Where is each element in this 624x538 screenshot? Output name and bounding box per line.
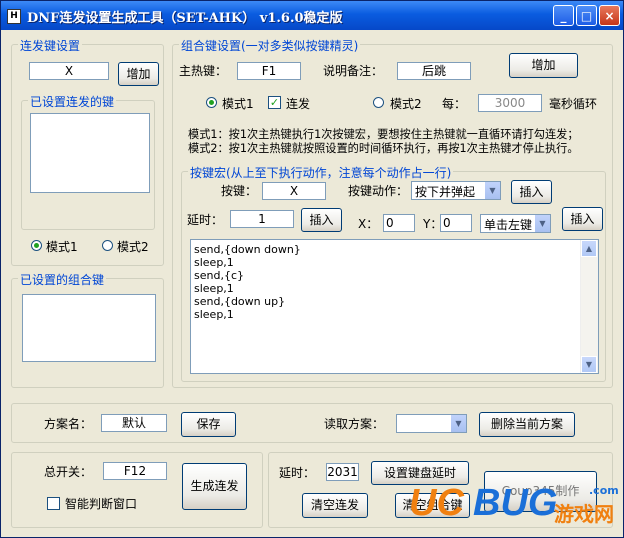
scheme-read-label: 读取方案： — [324, 417, 385, 431]
watermark-bug: BUG — [473, 482, 558, 524]
macro-click-select[interactable]: 单击左键 ▼ — [480, 214, 551, 233]
combo-group: 组合键设置(一对多类似按键精灵) 主热键： F1 说明备注： 后跳 增加 模式1… — [172, 37, 613, 388]
macro-y-input[interactable]: 0 — [440, 214, 472, 232]
scheme-name-input[interactable]: 默认 — [101, 414, 167, 432]
combo-mode1-radio[interactable] — [206, 97, 217, 108]
scheme-save-button[interactable]: 保存 — [181, 412, 236, 437]
macro-delay-label: 延时： — [187, 213, 224, 227]
every-ms-input[interactable]: 3000 — [478, 94, 542, 112]
scheme-read-select[interactable]: ▼ — [396, 414, 467, 433]
combo-group-label: 组合键设置(一对多类似按键精灵) — [179, 37, 361, 54]
combo-lianfa-checkbox[interactable]: ✓ — [268, 96, 281, 109]
every-label: 每： — [442, 97, 467, 111]
macro-group-label: 按键宏(从上至下执行动作，注意每个动作占一行) — [188, 164, 454, 181]
generate-button[interactable]: 生成连发 — [182, 463, 247, 510]
lianfa-set-group: 已设置连发的键 — [21, 93, 155, 230]
macro-line: send,{c} — [194, 269, 244, 282]
combo-set-group: 已设置的组合键 — [11, 271, 164, 388]
macro-action-value: 按下并弹起 — [415, 185, 476, 199]
macro-group: 按键宏(从上至下执行动作，注意每个动作占一行) 按键： X 按键动作： 按下并弹… — [181, 164, 606, 382]
app-icon: H — [7, 9, 21, 24]
lianfa-mode2-radio[interactable] — [102, 240, 113, 251]
clear-lianfa-button[interactable]: 清空连发 — [302, 493, 368, 518]
scheme-delete-button[interactable]: 删除当前方案 — [479, 412, 575, 437]
lianfa-key-list[interactable] — [30, 113, 150, 193]
master-switch-label: 总开关： — [44, 465, 93, 479]
mode2-description: 模式2：按1次主热键就按照设置的时间循环执行，再按1次主热键才停止执行。 — [188, 142, 579, 155]
bottom-delay-input[interactable]: 2031 — [326, 463, 359, 481]
macro-delay-input[interactable]: 1 — [230, 210, 294, 228]
macro-key-label: 按键： — [221, 184, 258, 198]
combo-mode1-label: 模式1 — [222, 97, 254, 111]
macro-line: send,{down up} — [194, 295, 286, 308]
smart-window-checkbox[interactable] — [47, 497, 60, 510]
macro-line: sleep,1 — [194, 282, 234, 295]
window-title: DNF连发设置生成工具（SET-AHK） v1.6.0稳定版 — [27, 11, 343, 26]
macro-line: sleep,1 — [194, 256, 234, 269]
macro-scrollbar[interactable]: ▲ ▼ — [580, 240, 598, 373]
combo-key-list[interactable] — [22, 294, 156, 362]
lianfa-mode1-label: 模式1 — [46, 240, 78, 254]
hotkey-input[interactable]: F1 — [237, 62, 301, 80]
lianfa-mode1-radio[interactable] — [31, 240, 42, 251]
lianfa-set-group-label: 已设置连发的键 — [28, 93, 117, 110]
chevron-down-icon[interactable]: ▼ — [450, 415, 466, 432]
macro-key-input[interactable]: X — [262, 182, 326, 200]
macro-editor[interactable]: send,{down down} sleep,1 send,{c} sleep,… — [190, 239, 599, 374]
macro-x-label: X： — [358, 217, 379, 231]
smart-window-label: 智能判断窗口 — [65, 497, 138, 511]
app-window: H DNF连发设置生成工具（SET-AHK） v1.6.0稳定版 _ □ × 连… — [0, 0, 624, 538]
title-bar[interactable]: H DNF连发设置生成工具（SET-AHK） v1.6.0稳定版 _ □ × — [1, 1, 623, 30]
combo-mode2-label: 模式2 — [390, 97, 422, 111]
lianfa-group-label: 连发键设置 — [18, 37, 83, 54]
ms-loop-label: 毫秒循环 — [549, 97, 598, 111]
hotkey-label: 主热键： — [179, 64, 228, 78]
scroll-down-icon[interactable]: ▼ — [581, 356, 597, 373]
lianfa-group: 连发键设置 X 增加 已设置连发的键 模式1 模式2 — [11, 37, 164, 266]
chevron-down-icon[interactable]: ▼ — [484, 182, 500, 199]
combo-set-group-label: 已设置的组合键 — [18, 271, 107, 288]
combo-lianfa-label: 连发 — [286, 97, 311, 111]
macro-insert-delay-button[interactable]: 插入 — [301, 208, 342, 232]
macro-click-value: 单击左键 — [484, 218, 533, 232]
macro-x-input[interactable]: 0 — [383, 214, 415, 232]
macro-insert-key-button[interactable]: 插入 — [511, 180, 552, 204]
lianfa-mode2-label: 模式2 — [117, 240, 149, 254]
scroll-up-icon[interactable]: ▲ — [581, 240, 597, 257]
combo-add-button[interactable]: 增加 — [509, 53, 578, 78]
lianfa-add-button[interactable]: 增加 — [118, 62, 159, 86]
chevron-down-icon[interactable]: ▼ — [534, 215, 550, 232]
macro-action-label: 按键动作： — [348, 184, 409, 198]
macro-line: send,{down down} — [194, 243, 301, 256]
scheme-name-label: 方案名： — [44, 417, 93, 431]
combo-mode2-radio[interactable] — [373, 97, 384, 108]
master-switch-input[interactable]: F12 — [103, 462, 167, 480]
macro-line: sleep,1 — [194, 308, 234, 321]
watermark-cn: 游戏网 — [554, 502, 614, 526]
macro-action-select[interactable]: 按下并弹起 ▼ — [411, 181, 501, 200]
scheme-group: 方案名： 默认 保存 读取方案： ▼ 删除当前方案 — [11, 403, 613, 443]
note-input[interactable]: 后跳 — [397, 62, 471, 80]
watermark-uc: UC — [409, 482, 464, 524]
macro-insert-mouse-button[interactable]: 插入 — [562, 207, 603, 231]
watermark-com: .com — [589, 484, 619, 497]
note-label: 说明备注： — [323, 64, 384, 78]
watermark-logo: UC BUG 游戏网 .com — [409, 478, 619, 534]
minimize-button[interactable]: _ — [553, 5, 574, 26]
lianfa-key-input[interactable]: X — [29, 62, 109, 80]
master-group: 总开关： F12 智能判断窗口 生成连发 — [11, 452, 263, 528]
bottom-delay-label: 延时： — [279, 466, 316, 480]
close-button[interactable]: × — [599, 5, 620, 26]
client-area: 连发键设置 X 增加 已设置连发的键 模式1 模式2 已设置的组合键 组合键设置… — [4, 31, 620, 534]
maximize-button[interactable]: □ — [576, 5, 597, 26]
